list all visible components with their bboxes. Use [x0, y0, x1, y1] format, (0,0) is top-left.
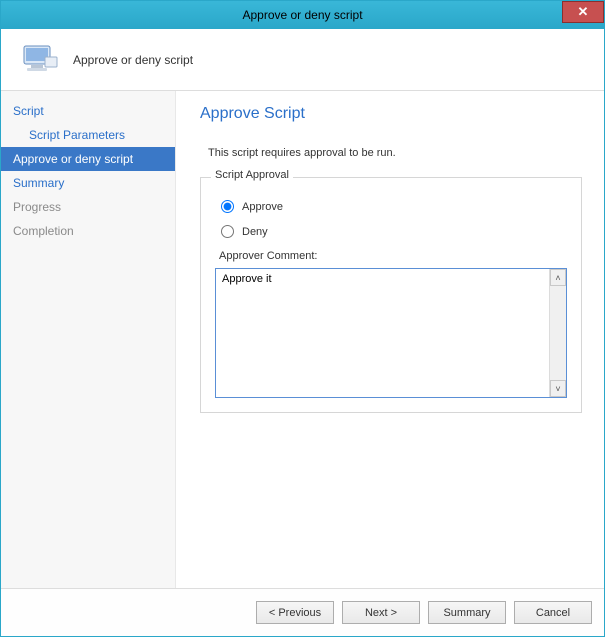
- window-title: Approve or deny script: [242, 8, 362, 22]
- wizard-header: Approve or deny script: [1, 29, 604, 91]
- wizard-footer: < Previous Next > Summary Cancel: [1, 588, 604, 636]
- radio-deny[interactable]: Deny: [221, 225, 567, 238]
- wizard-header-label: Approve or deny script: [73, 53, 193, 67]
- close-button[interactable]: ✕: [562, 1, 604, 23]
- scroll-up-icon[interactable]: ˄: [550, 269, 566, 286]
- radio-deny-label: Deny: [242, 226, 268, 238]
- sidebar-item-script[interactable]: Script: [1, 99, 175, 123]
- radio-approve-label: Approve: [242, 201, 283, 213]
- page-description: This script requires approval to be run.: [200, 147, 582, 159]
- wizard-content: Approve Script This script requires appr…: [176, 91, 604, 588]
- wizard-window: Approve or deny script ✕ Approve or deny…: [0, 0, 605, 637]
- summary-button[interactable]: Summary: [428, 601, 506, 624]
- radio-approve-input[interactable]: [221, 200, 234, 213]
- approver-comment-label: Approver Comment:: [219, 250, 567, 262]
- sidebar-item-summary[interactable]: Summary: [1, 171, 175, 195]
- script-approval-group: Script Approval Approve Deny Approver Co…: [200, 177, 582, 413]
- previous-button[interactable]: < Previous: [256, 601, 334, 624]
- page-title: Approve Script: [200, 105, 582, 123]
- computer-monitor-icon: [21, 43, 59, 77]
- cancel-button[interactable]: Cancel: [514, 601, 592, 624]
- sidebar-item-approve-or-deny[interactable]: Approve or deny script: [1, 147, 175, 171]
- wizard-body: Script Script Parameters Approve or deny…: [1, 91, 604, 588]
- sidebar-item-completion: Completion: [1, 219, 175, 243]
- close-icon: ✕: [578, 4, 589, 20]
- sidebar-item-progress: Progress: [1, 195, 175, 219]
- scroll-down-icon[interactable]: ˅: [550, 380, 566, 397]
- group-legend: Script Approval: [211, 169, 293, 181]
- wizard-sidebar: Script Script Parameters Approve or deny…: [1, 91, 176, 588]
- approver-comment-field-wrap: ˄ ˅: [215, 268, 567, 398]
- radio-deny-input[interactable]: [221, 225, 234, 238]
- textarea-scrollbar[interactable]: ˄ ˅: [549, 269, 566, 397]
- radio-approve[interactable]: Approve: [221, 200, 567, 213]
- approver-comment-field[interactable]: [216, 269, 549, 397]
- sidebar-item-script-parameters[interactable]: Script Parameters: [1, 123, 175, 147]
- titlebar: Approve or deny script ✕: [1, 1, 604, 29]
- next-button[interactable]: Next >: [342, 601, 420, 624]
